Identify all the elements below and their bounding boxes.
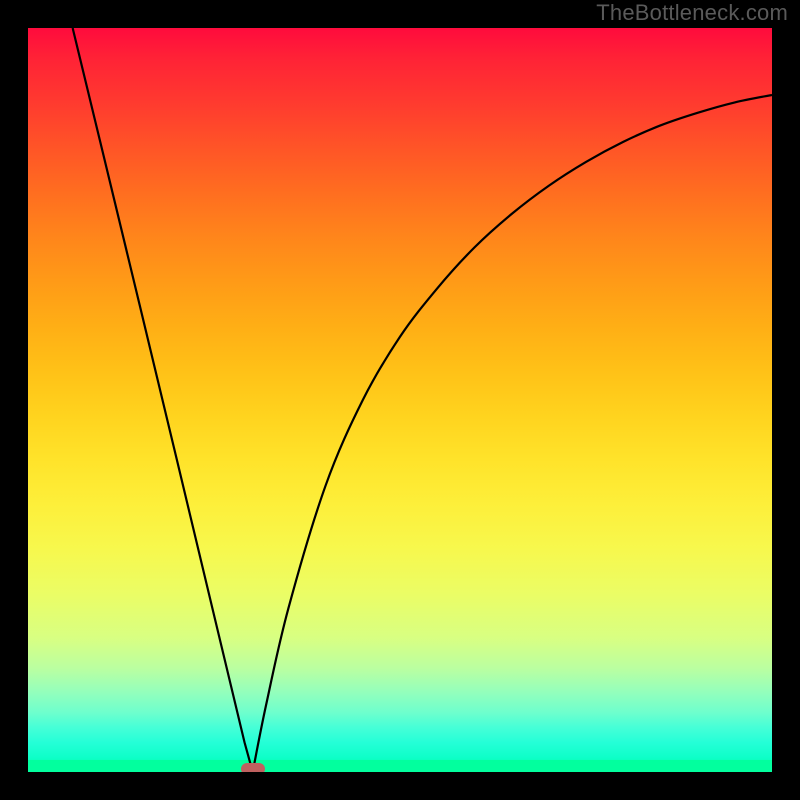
- min-marker: [241, 763, 265, 772]
- curve-svg: [28, 28, 772, 772]
- left-branch-path: [73, 28, 253, 772]
- plot-area: [28, 28, 772, 772]
- right-branch-path: [253, 95, 772, 772]
- watermark-text: TheBottleneck.com: [596, 0, 788, 26]
- chart-frame: TheBottleneck.com: [0, 0, 800, 800]
